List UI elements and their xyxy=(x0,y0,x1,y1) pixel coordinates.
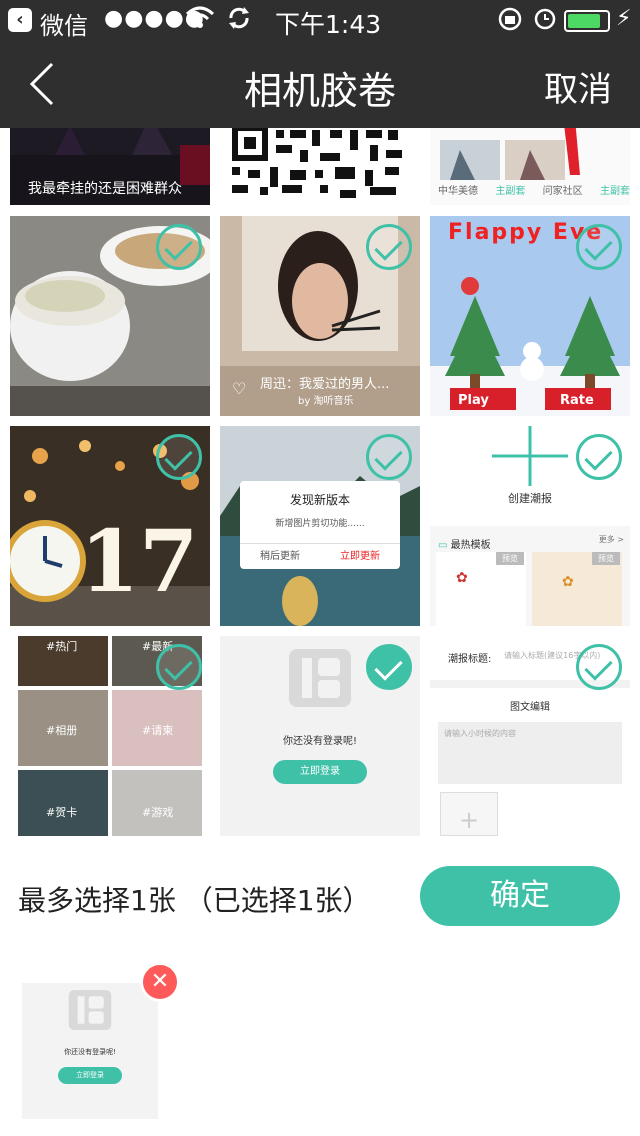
photo-tile[interactable] xyxy=(10,216,210,416)
photo-tile[interactable]: 中华美德 主副套 问家社区 主副套 xyxy=(430,128,630,205)
photo-caption: 我最牵挂的还是困难群众 xyxy=(28,181,182,197)
login-prompt: 你还没有登录呢! xyxy=(282,736,357,747)
selection-limit-text: 最多选择1张 （已选择1张） xyxy=(18,884,371,917)
login-button: 立即登录 xyxy=(273,760,367,784)
status-bar: ‹ 微信 ●●●●● 下午1:43 ⚡ xyxy=(0,0,640,40)
template-card: 预览 ✿ xyxy=(436,552,526,626)
collage-tag: #热门 xyxy=(46,640,78,653)
select-check-icon[interactable] xyxy=(576,434,622,480)
photo-grid: 我最牵挂的还是困难群众 中华美德 主副套 问家社区 主副套 ♡ 周迅：我爱过的男… xyxy=(0,128,640,836)
photo-tile[interactable]: 发现新版本 新增图片剪切功能...... 稍后更新 立即更新 xyxy=(220,426,420,626)
template-label: ▭ 最热模板 xyxy=(438,540,491,551)
update-title: 发现新版本 xyxy=(289,493,350,507)
photo-tile[interactable]: #热门 #最新 #相册 #请柬 #贺卡 #游戏 xyxy=(10,636,210,836)
collage-tag: #贺卡 xyxy=(46,806,78,819)
remove-selection-icon[interactable]: ✕ xyxy=(140,962,180,1002)
update-desc: 新增图片剪切功能...... xyxy=(275,519,365,529)
select-check-icon[interactable] xyxy=(156,434,202,480)
select-check-icon[interactable] xyxy=(576,644,622,690)
mini-label: 中华美德 xyxy=(438,186,478,197)
selected-thumbnail[interactable]: 你还没有登录呢! 立即登录 xyxy=(22,983,158,1119)
mini-label: 问家社区 xyxy=(542,186,583,197)
wifi-icon xyxy=(185,4,215,38)
form-section-title: 图文编辑 xyxy=(510,702,550,713)
form-title-label: 潮报标题: xyxy=(448,654,492,665)
thumb-login-prompt: 你还没有登录呢! xyxy=(64,1048,116,1056)
music-source: by 淘听音乐 xyxy=(298,396,354,407)
photo-tile[interactable]: 潮报标题: 请输入标题(建议16字以内) 图文编辑 请输入小时候的内容 + xyxy=(430,636,630,836)
collage-tag: #请柬 xyxy=(142,724,174,737)
navigation-bar: 相机胶卷 取消 xyxy=(0,40,640,128)
confirm-button[interactable]: 确定 xyxy=(420,866,620,926)
photo-tile[interactable]: 我最牵挂的还是困难群众 xyxy=(10,128,210,205)
photo-tile[interactable]: 创建潮报 ▭ 最热模板 更多 > 预览 ✿ 预览 ✿ xyxy=(430,426,630,626)
back-to-app-icon[interactable]: ‹ xyxy=(8,8,32,32)
select-check-icon[interactable] xyxy=(156,644,202,690)
thumb-login-button: 立即登录 xyxy=(58,1067,122,1084)
update-later-button: 稍后更新 xyxy=(260,551,300,562)
form-textarea-placeholder: 请输入小时候的内容 xyxy=(444,729,516,738)
template-more-link: 更多 > xyxy=(598,535,624,544)
photo-tile[interactable]: 你还没有登录呢! 立即登录 xyxy=(220,636,420,836)
update-now-button: 立即更新 xyxy=(340,551,380,562)
photo-tile[interactable]: Flappy Eve Play Rate xyxy=(430,216,630,416)
cancel-button[interactable]: 取消 xyxy=(544,62,612,111)
sync-icon xyxy=(226,4,252,38)
photo-tile[interactable]: ♡ 周迅：我爱过的男人... by 淘听音乐 xyxy=(220,216,420,416)
status-time: 下午1:43 xyxy=(275,10,382,39)
battery-icon xyxy=(564,10,610,32)
photo-tile[interactable] xyxy=(220,128,420,205)
alarm-icon xyxy=(532,4,558,38)
rotation-lock-icon xyxy=(497,4,523,38)
select-check-icon[interactable] xyxy=(366,434,412,480)
select-check-icon[interactable] xyxy=(366,224,412,270)
svg-text:17: 17 xyxy=(80,512,198,612)
mini-label: 主副套 xyxy=(495,186,526,197)
create-label: 创建潮报 xyxy=(508,492,552,505)
status-app-name: 微信 xyxy=(40,12,88,40)
collage-tag: #相册 xyxy=(46,724,78,737)
music-title: 周迅：我爱过的男人... xyxy=(260,377,390,392)
heart-icon[interactable]: ♡ xyxy=(232,379,246,398)
update-dialog: 发现新版本 新增图片剪切功能...... 稍后更新 立即更新 xyxy=(240,481,400,569)
mini-label: 主副套 xyxy=(599,186,630,197)
add-image-icon: + xyxy=(440,792,498,836)
select-check-icon[interactable] xyxy=(156,224,202,270)
selected-check-icon[interactable] xyxy=(366,644,412,690)
selection-footer: 最多选择1张 （已选择1张） 确定 你还没有登录呢! 立即登录 ✕ xyxy=(0,836,640,1136)
game-rate-button: Rate xyxy=(560,393,594,408)
game-play-button: Play xyxy=(458,393,489,408)
charging-icon: ⚡ xyxy=(616,6,632,31)
template-card: 预览 ✿ xyxy=(532,552,622,626)
select-check-icon[interactable] xyxy=(576,224,622,270)
photo-tile[interactable]: 17 xyxy=(10,426,210,626)
collage-tag: #游戏 xyxy=(142,806,174,819)
